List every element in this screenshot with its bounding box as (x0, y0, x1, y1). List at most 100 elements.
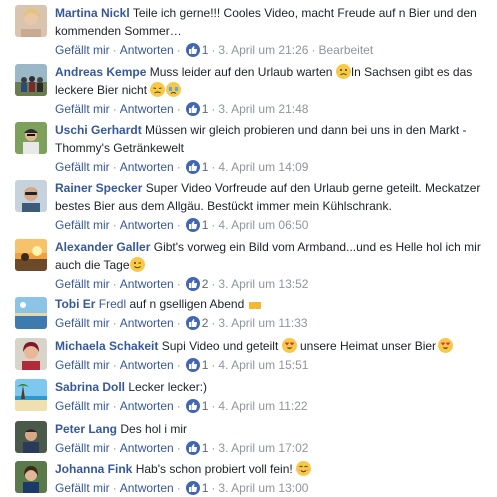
separator: · (176, 316, 181, 330)
avatar[interactable] (15, 338, 47, 370)
like-count[interactable]: 1 (202, 160, 209, 174)
like-count[interactable]: 1 (202, 102, 209, 116)
comment-text: unsere Heimat unser Bier (299, 339, 437, 353)
separator: · (211, 358, 216, 372)
thumbs-up-icon[interactable] (185, 277, 200, 291)
separator: · (112, 218, 117, 232)
separator: · (176, 43, 181, 57)
like-button[interactable]: Gefällt mir (55, 316, 110, 330)
separator: · (211, 441, 216, 455)
timestamp[interactable]: 3. April um 13:00 (218, 481, 308, 495)
reply-button[interactable]: Antworten (120, 277, 174, 291)
avatar[interactable] (15, 122, 47, 154)
thumbs-up-icon[interactable] (185, 441, 200, 455)
separator: · (311, 43, 316, 57)
avatar[interactable] (15, 297, 47, 329)
comment-author[interactable]: Johanna Fink (55, 462, 132, 476)
like-button[interactable]: Gefällt mir (55, 277, 110, 291)
edited-label: Bearbeitet (318, 43, 374, 57)
reply-button[interactable]: Antworten (120, 316, 174, 330)
separator: · (176, 399, 181, 413)
reply-button[interactable]: Antworten (120, 481, 174, 495)
timestamp[interactable]: 3. April um 21:26 (218, 43, 308, 57)
like-button[interactable]: Gefällt mir (55, 358, 110, 372)
like-count[interactable]: 1 (202, 399, 209, 413)
like-button[interactable]: Gefällt mir (55, 399, 110, 413)
reply-button[interactable]: Antworten (120, 160, 174, 174)
comment-author[interactable]: Peter Lang (55, 422, 117, 436)
separator: · (211, 481, 216, 495)
reply-button[interactable]: Antworten (120, 102, 174, 116)
avatar[interactable] (15, 461, 47, 493)
comment-text: Des hol i mir (120, 422, 188, 436)
comment-text: Muss leider auf den Urlaub warten (149, 65, 333, 79)
like-count[interactable]: 1 (202, 441, 209, 455)
reply-button[interactable]: Antworten (120, 358, 174, 372)
thumbs-up-icon[interactable] (185, 358, 200, 372)
thumbs-up-icon[interactable] (185, 481, 200, 495)
separator: · (211, 218, 216, 232)
comment-author[interactable]: Andreas Kempe (55, 65, 146, 79)
heart-eyes-emoji-icon (281, 338, 297, 353)
comment-actions: Gefällt mir · Antworten · 1 · 4. April um 14:0… (55, 159, 487, 175)
timestamp[interactable]: 4. April um 15:51 (218, 358, 308, 372)
timestamp[interactable]: 4. April um 06:50 (218, 218, 308, 232)
separator: · (112, 277, 117, 291)
like-count[interactable]: 1 (202, 218, 209, 232)
comment-author[interactable]: Tobi Er (55, 297, 95, 311)
avatar[interactable] (15, 421, 47, 453)
comment-author[interactable]: Sabrina Doll (55, 380, 125, 394)
comment-author[interactable]: Martina Nickl (55, 6, 130, 20)
separator: · (176, 441, 181, 455)
separator: · (211, 160, 216, 174)
like-button[interactable]: Gefällt mir (55, 43, 110, 57)
mentioned-user[interactable]: Fredl (99, 297, 126, 311)
like-button[interactable]: Gefällt mir (55, 218, 110, 232)
crying-face-emoji-icon (166, 82, 182, 97)
avatar[interactable] (15, 5, 47, 37)
like-button[interactable]: Gefällt mir (55, 160, 110, 174)
separator: · (176, 160, 181, 174)
timestamp[interactable]: 4. April um 14:09 (218, 160, 308, 174)
timestamp[interactable]: 3. April um 21:48 (218, 102, 308, 116)
like-button[interactable]: Gefällt mir (55, 441, 110, 455)
comment-text: Lecker lecker:) (128, 380, 208, 394)
thumbs-up-icon[interactable] (185, 316, 200, 330)
like-count[interactable]: 1 (202, 43, 209, 57)
reply-button[interactable]: Antworten (120, 43, 174, 57)
comment-author[interactable]: Rainer Specker (55, 181, 142, 195)
timestamp[interactable]: 4. April um 11:22 (218, 399, 307, 413)
thumbs-up-icon[interactable] (185, 399, 200, 413)
like-count[interactable]: 1 (202, 481, 209, 495)
comment-actions: Gefällt mir · Antworten · 2 · 3. April um 11:3… (55, 315, 487, 331)
like-count[interactable]: 2 (202, 277, 209, 291)
avatar[interactable] (15, 239, 47, 271)
reply-button[interactable]: Antworten (120, 441, 174, 455)
like-button[interactable]: Gefällt mir (55, 102, 110, 116)
timestamp[interactable]: 3. April um 11:33 (218, 316, 307, 330)
reply-button[interactable]: Antworten (120, 399, 174, 413)
thumbs-up-icon[interactable] (185, 43, 200, 57)
comment-author[interactable]: Alexander Galler (55, 240, 150, 254)
avatar[interactable] (15, 180, 47, 212)
timestamp[interactable]: 3. April um 17:02 (218, 441, 308, 455)
thumbs-up-icon[interactable] (185, 102, 200, 116)
thumbs-up-icon[interactable] (185, 218, 200, 232)
like-button[interactable]: Gefällt mir (55, 481, 110, 495)
wink-face-emoji-icon (129, 257, 145, 272)
comment-author[interactable]: Michaela Schakeit (55, 339, 158, 353)
like-count[interactable]: 2 (202, 316, 209, 330)
avatar[interactable] (15, 64, 47, 96)
comment-author[interactable]: Uschi Gerhardt (55, 123, 142, 137)
separator: · (176, 481, 181, 495)
comment-text: Hab's schon probiert voll fein! (135, 462, 293, 476)
comment-actions: Gefällt mir · Antworten · 1 · 3. April um 17:0… (55, 440, 487, 456)
avatar[interactable] (15, 379, 47, 411)
separator: · (112, 441, 117, 455)
thumbs-up-icon[interactable] (185, 160, 200, 174)
timestamp[interactable]: 3. April um 13:52 (218, 277, 308, 291)
reply-button[interactable]: Antworten (120, 218, 174, 232)
comment-text: Supi Video und geteilt (161, 339, 279, 353)
comment-actions: Gefällt mir · Antworten · 1 · 3. April um 13:0… (55, 480, 487, 496)
like-count[interactable]: 1 (202, 358, 209, 372)
